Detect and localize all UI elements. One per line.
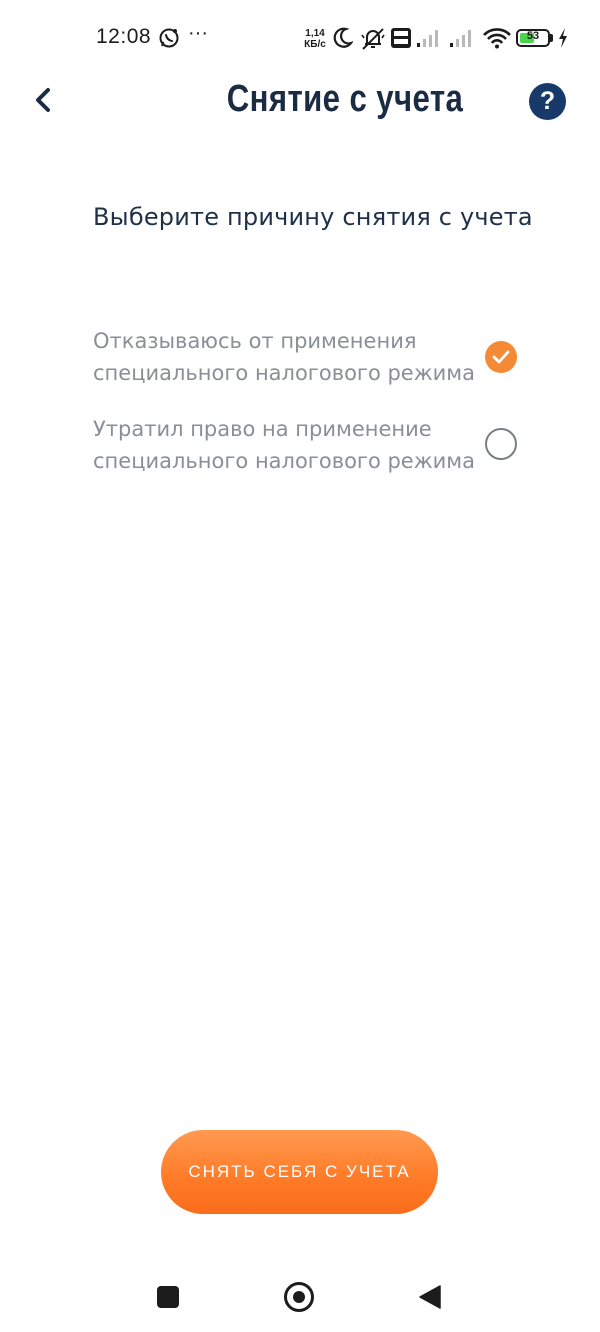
back-triangle-icon[interactable] xyxy=(418,1284,442,1310)
reason-option-lost-right[interactable]: Утратил право на применение специального… xyxy=(93,413,533,479)
recents-icon[interactable] xyxy=(157,1286,179,1308)
silent-bell-icon xyxy=(361,28,385,50)
radio-checked[interactable] xyxy=(485,341,517,373)
home-icon[interactable] xyxy=(284,1282,314,1312)
home-dot xyxy=(293,1291,305,1303)
charging-icon xyxy=(559,28,567,48)
status-more-dots: ··· xyxy=(188,22,208,44)
volte-icon xyxy=(391,28,411,48)
back-button[interactable] xyxy=(24,80,64,120)
battery-level: 53 xyxy=(526,30,540,42)
radio-unchecked[interactable] xyxy=(485,428,517,460)
chevron-left-icon xyxy=(36,88,50,112)
option-label: Отказываюсь от применения специального н… xyxy=(93,329,475,385)
reason-option-refuse[interactable]: Отказываюсь от применения специального н… xyxy=(93,325,533,391)
moon-icon xyxy=(333,27,353,48)
battery-tip xyxy=(550,34,553,42)
header: Снятие с учета ? xyxy=(0,70,600,134)
screen: 12:08 ··· 1,14 КБ/с 53 Снятие с учета ? … xyxy=(0,0,600,1332)
subtitle: Выберите причину снятия с учета xyxy=(93,203,533,231)
system-nav-bar xyxy=(0,1262,600,1332)
page-title: Снятие с учета xyxy=(226,78,464,120)
wifi-icon xyxy=(483,28,511,49)
signal-icon xyxy=(450,30,471,47)
status-time: 12:08 xyxy=(96,25,152,48)
net-speed: 1,14 КБ/с xyxy=(300,28,330,50)
help-button[interactable]: ? xyxy=(529,83,566,120)
net-speed-unit: КБ/с xyxy=(304,39,326,50)
battery-icon: 53 xyxy=(516,29,550,47)
signal-icon xyxy=(417,30,438,47)
checkmark-icon xyxy=(492,350,510,364)
status-bar: 12:08 ··· 1,14 КБ/с 53 xyxy=(0,0,600,78)
whatsapp-icon xyxy=(159,28,179,48)
deregister-button[interactable]: СНЯТЬ СЕБЯ С УЧЕТА xyxy=(161,1130,438,1214)
net-speed-value: 1,14 xyxy=(305,28,325,39)
option-label: Утратил право на применение специального… xyxy=(93,417,475,473)
